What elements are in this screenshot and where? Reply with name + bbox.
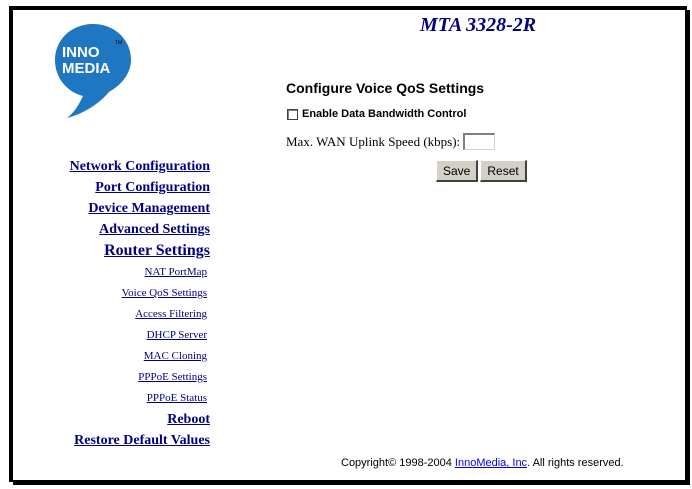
nav-network-configuration[interactable]: Network Configuration [12,156,210,177]
save-button[interactable]: Save [436,160,479,182]
nav-pppoe-status[interactable]: PPPoE Status [12,388,210,409]
reset-button[interactable]: Reset [480,160,527,182]
page-title: Configure Voice QoS Settings [286,80,485,96]
svg-text:MEDIA: MEDIA [62,60,111,77]
button-row: Save Reset [436,160,529,182]
nav-voice-qos-settings[interactable]: Voice QoS Settings [12,283,210,304]
nav-reboot[interactable]: Reboot [12,409,210,430]
svg-text:INNO: INNO [62,44,100,61]
sidebar-nav: Network Configuration Port Configuration… [12,156,210,451]
wan-speed-label: Max. WAN Uplink Speed (kbps): [286,133,461,149]
nav-device-management[interactable]: Device Management [12,198,210,219]
nav-port-configuration[interactable]: Port Configuration [12,177,210,198]
enable-bandwidth-label: Enable Data Bandwidth Control [302,108,467,120]
copyright: Copyright© 1998-2004 InnoMedia, Inc. All… [341,457,624,469]
copyright-suffix: . All rights reserved. [527,457,624,469]
model-title: MTA 3328-2R [420,14,537,36]
frame-shadow [687,10,690,484]
frame-shadow [13,482,690,485]
enable-bandwidth-checkbox[interactable] [287,108,298,120]
enable-bandwidth-row[interactable]: Enable Data Bandwidth Control [287,108,466,120]
wan-speed-row: Max. WAN Uplink Speed (kbps): [286,133,496,150]
nav-access-filtering[interactable]: Access Filtering [12,304,210,325]
copyright-prefix: Copyright© 1998-2004 [341,457,455,469]
innomedia-link[interactable]: InnoMedia, Inc [455,457,527,469]
nav-dhcp-server[interactable]: DHCP Server [12,325,210,346]
wan-speed-input[interactable] [463,133,496,150]
nav-nat-portmap[interactable]: NAT PortMap [12,262,210,283]
innomedia-logo: INNO MEDIA TM [55,24,131,118]
nav-mac-cloning[interactable]: MAC Cloning [12,346,210,367]
svg-text:TM: TM [115,40,122,46]
nav-advanced-settings[interactable]: Advanced Settings [12,219,210,240]
nav-restore-default-values[interactable]: Restore Default Values [12,430,210,451]
nav-router-settings[interactable]: Router Settings [12,240,210,262]
nav-pppoe-settings[interactable]: PPPoE Settings [12,367,210,388]
